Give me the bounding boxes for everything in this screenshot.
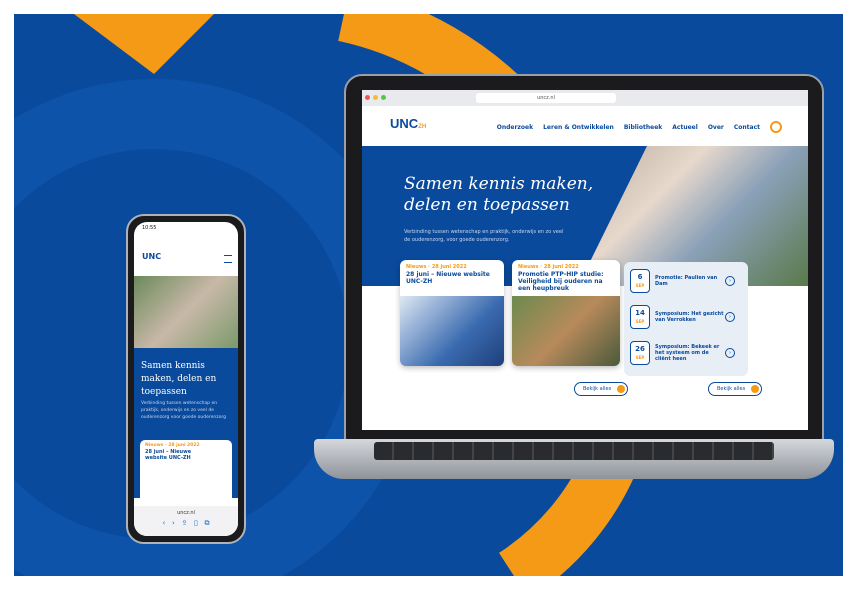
event-item[interactable]: 26 SEP Symposium: Bekeek er het systeem o…	[630, 338, 742, 368]
view-all-events-button[interactable]: Bekijk alles	[708, 382, 763, 396]
laptop-mockup: uncz.nl UNCZH Onderzoek Leren & Ontwikke…	[314, 74, 834, 494]
bookmarks-icon[interactable]: ▯	[194, 519, 198, 527]
phone-screen: 10:55 UNC Samen kennis maken, delen en t…	[134, 222, 238, 536]
event-item[interactable]: 6 SEP Promotie: Paulien van Dam ›	[630, 266, 742, 296]
site-logo[interactable]: UNC	[142, 252, 161, 261]
news-meta: Nieuws · 28 juni 2022	[518, 264, 579, 270]
arrow-right-icon[interactable]: ›	[725, 276, 735, 286]
site-logo[interactable]: UNCZH	[390, 116, 426, 131]
browser-bottom-bar: uncz.nl ‹ › ⇪ ▯ ⧉	[134, 506, 238, 536]
nav-item-leren[interactable]: Leren & Ontwikkelen	[543, 124, 614, 131]
nav-item-contact[interactable]: Contact	[734, 124, 760, 131]
toolbar-icons: ‹ › ⇪ ▯ ⧉	[134, 519, 238, 528]
hero-title: Samen kennis maken, delen en toepassen	[404, 174, 594, 215]
window-controls[interactable]	[362, 94, 386, 102]
nav-item-bibliotheek[interactable]: Bibliotheek	[624, 124, 662, 131]
arrow-right-icon[interactable]: ›	[725, 348, 735, 358]
browser-toolbar: uncz.nl	[362, 90, 808, 106]
event-title: Symposium: Bekeek er het systeem om de c…	[655, 344, 720, 362]
event-title: Symposium: Het gezicht van Verrokken	[655, 311, 724, 323]
event-item[interactable]: 14 SEP Symposium: Het gezicht van Verrokk…	[630, 302, 742, 332]
news-card[interactable]: Nieuws · 28 juni 2022 28 juni – Nieuwe w…	[400, 260, 504, 366]
news-image	[400, 296, 504, 366]
nav-item-onderzoek[interactable]: Onderzoek	[497, 124, 533, 131]
event-date: 26 SEP	[630, 341, 650, 365]
presentation-background: uncz.nl UNCZH Onderzoek Leren & Ontwikke…	[14, 14, 843, 576]
news-card[interactable]: Nieuws · 28 juni 2022 28 juni – Nieuwe w…	[140, 440, 232, 510]
news-image	[512, 296, 620, 366]
forward-icon[interactable]: ›	[172, 519, 175, 527]
view-all-news-button[interactable]: Bekijk alles	[574, 382, 629, 396]
logo-suffix: ZH	[418, 124, 427, 130]
hero-title: Samen kennis maken, delen en toepassen	[141, 361, 217, 397]
news-meta: Nieuws · 28 juni 2022	[406, 264, 467, 270]
screenshot-frame: uncz.nl UNCZH Onderzoek Leren & Ontwikke…	[0, 0, 857, 590]
event-date: 14 SEP	[630, 305, 650, 329]
nav-item-actueel[interactable]: Actueel	[672, 124, 698, 131]
event-date: 6 SEP	[630, 269, 650, 293]
arrow-right-icon[interactable]: ›	[725, 312, 735, 322]
main-nav: Onderzoek Leren & Ontwikkelen Bibliothee…	[497, 124, 760, 131]
hero-photo	[134, 276, 238, 348]
menu-icon[interactable]	[224, 255, 232, 263]
tabs-icon[interactable]: ⧉	[205, 519, 210, 527]
news-title: 28 juni – Nieuwe website UNC-ZH	[145, 449, 192, 461]
nav-item-over[interactable]: Over	[708, 124, 724, 131]
news-card[interactable]: Nieuws · 28 juni 2022 Promotie PTP-HIP s…	[512, 260, 620, 366]
address-bar[interactable]: uncz.nl	[476, 93, 616, 103]
events-panel: 6 SEP Promotie: Paulien van Dam › 14 SEP S…	[624, 262, 748, 376]
event-title: Promotie: Paulien van Dam	[655, 275, 718, 287]
news-meta: Nieuws · 28 juni 2022	[145, 443, 200, 448]
share-icon[interactable]: ⇪	[181, 519, 187, 527]
hero-text: Verbinding tussen wetenschap en praktijk…	[404, 229, 564, 243]
laptop-lid: uncz.nl UNCZH Onderzoek Leren & Ontwikke…	[344, 74, 824, 444]
status-time: 10:55	[142, 225, 157, 231]
site-header: UNCZH Onderzoek Leren & Ontwikkelen Bibl…	[362, 106, 808, 146]
laptop-keyboard	[374, 442, 774, 460]
back-icon[interactable]: ‹	[162, 519, 165, 527]
phone-mockup: 10:55 UNC Samen kennis maken, delen en t…	[126, 214, 246, 544]
hero-text: Verbinding tussen wetenschap en praktijk…	[141, 401, 227, 420]
address-bar[interactable]: uncz.nl	[134, 506, 238, 516]
news-title: 28 juni – Nieuwe website UNC-ZH	[406, 271, 490, 285]
news-title: Promotie PTP-HIP studie: Veiligheid bij …	[518, 271, 604, 292]
laptop-screen: uncz.nl UNCZH Onderzoek Leren & Ontwikke…	[362, 90, 808, 430]
search-icon[interactable]	[770, 121, 782, 133]
